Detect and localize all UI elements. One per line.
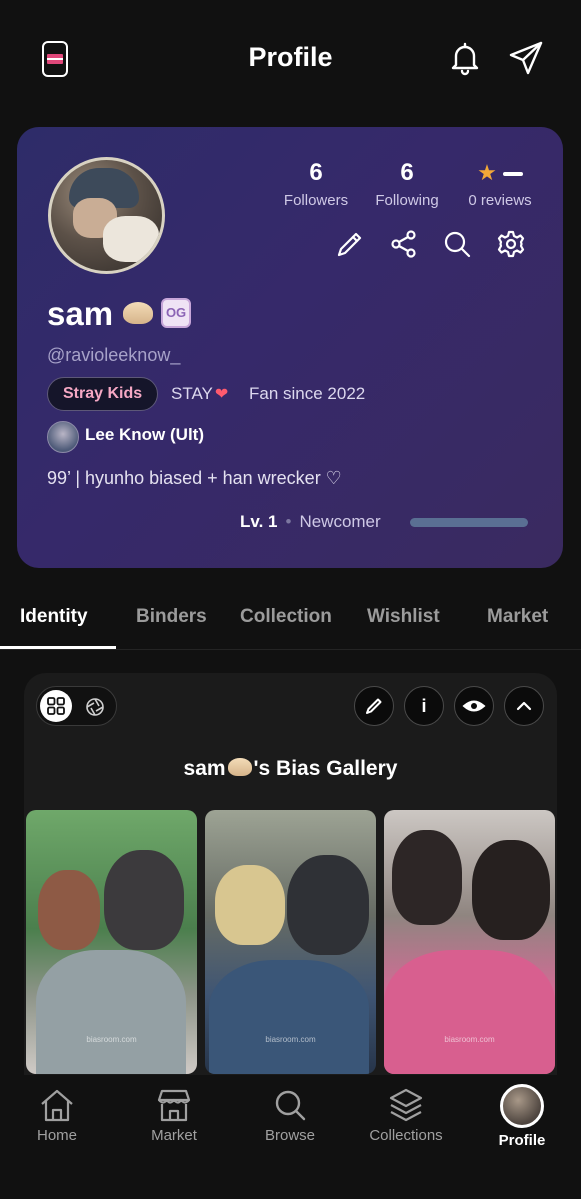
nav-market[interactable]: Market xyxy=(124,1087,224,1144)
nav-home[interactable]: Home xyxy=(7,1087,107,1144)
search-icon xyxy=(275,1090,306,1121)
following-label: Following xyxy=(375,192,439,209)
nav-browse[interactable]: Browse xyxy=(240,1087,340,1144)
watermark: biasroom.com xyxy=(86,1035,137,1044)
bias-avatar[interactable] xyxy=(47,421,79,453)
tab-market[interactable]: Market xyxy=(487,606,548,628)
bias-photocard-2[interactable]: biasroom.com xyxy=(205,810,376,1074)
profile-card: 6 Followers 6 Following ★ 0 reviews sam O… xyxy=(17,127,563,568)
fandom-label: STAY ❤ xyxy=(171,384,228,404)
rating-empty-dash xyxy=(502,171,523,176)
grid-view-icon[interactable] xyxy=(40,690,72,722)
info-icon[interactable]: i xyxy=(404,686,444,726)
eye-icon[interactable] xyxy=(454,686,494,726)
profile-nav-avatar xyxy=(500,1084,544,1128)
gallery-title: sam 's Bias Gallery xyxy=(24,757,557,781)
send-message-icon[interactable] xyxy=(508,40,544,76)
tab-collection[interactable]: Collection xyxy=(240,606,332,628)
collapse-chevron-up-icon[interactable] xyxy=(504,686,544,726)
tab-binders[interactable]: Binders xyxy=(136,606,207,628)
notifications-bell-icon[interactable] xyxy=(447,40,483,76)
dumpling-emoji-icon xyxy=(123,302,154,325)
tab-identity[interactable]: Identity xyxy=(20,606,88,628)
top-bar: Profile xyxy=(0,0,581,120)
bias-name[interactable]: Lee Know (Ult) xyxy=(85,425,204,445)
gallery-title-suffix: 's Bias Gallery xyxy=(253,757,398,780)
page-title: Profile xyxy=(248,42,333,72)
nav-profile[interactable]: Profile xyxy=(472,1084,572,1149)
bias-gallery: i sam 's Bias Gallery biasroom.com biasro… xyxy=(24,673,557,1093)
separator-dot: • xyxy=(285,512,292,531)
nav-market-label: Market xyxy=(151,1127,197,1144)
profile-name-text: sam xyxy=(47,295,114,332)
followers-label: Followers xyxy=(283,192,349,209)
reviews-label: 0 reviews xyxy=(468,192,532,209)
view-toggle[interactable] xyxy=(36,686,117,726)
following-count: 6 xyxy=(400,159,414,186)
following-stat[interactable]: 6 Following xyxy=(369,157,445,213)
nav-profile-label: Profile xyxy=(498,1132,546,1149)
gallery-title-name: sam xyxy=(183,757,226,780)
aperture-view-icon[interactable] xyxy=(82,694,108,720)
bias-photocard-3[interactable]: biasroom.com xyxy=(384,810,555,1074)
nav-browse-label: Browse xyxy=(264,1127,316,1144)
profile-tabs: Identity Binders Collection Wishlist Mar… xyxy=(0,590,581,650)
watermark: biasroom.com xyxy=(444,1035,495,1044)
followers-count: 6 xyxy=(309,159,323,186)
og-badge: OG xyxy=(161,298,192,329)
svg-text:i: i xyxy=(421,696,426,716)
profile-handle: @ravioleeknow_ xyxy=(47,345,181,365)
level-info: Lv. 1 • Newcomer xyxy=(240,512,381,532)
search-icon[interactable] xyxy=(442,229,472,259)
settings-gear-icon[interactable] xyxy=(496,229,526,259)
profile-name: sam OG xyxy=(47,295,192,333)
reviews-stat[interactable]: ★ 0 reviews xyxy=(460,157,540,213)
level-progress-bar xyxy=(410,518,528,527)
fan-since-text: Fan since 2022 xyxy=(249,384,366,403)
profile-avatar[interactable] xyxy=(48,157,165,274)
nav-collections-label: Collections xyxy=(369,1127,443,1144)
bottom-navigation: Home Market Browse Collections Profile xyxy=(0,1075,581,1199)
edit-pencil-icon[interactable] xyxy=(335,229,365,259)
home-icon xyxy=(41,1089,73,1122)
active-tab-indicator xyxy=(0,646,116,649)
share-icon[interactable] xyxy=(389,229,419,259)
fandom-text: STAY xyxy=(171,384,213,403)
heart-fire-icon: ❤ xyxy=(214,386,229,403)
tab-wishlist[interactable]: Wishlist xyxy=(367,606,440,628)
layers-icon xyxy=(389,1088,423,1122)
followers-stat[interactable]: 6 Followers xyxy=(280,157,352,213)
group-pill[interactable]: Stray Kids xyxy=(47,377,159,411)
bias-photocard-1[interactable]: biasroom.com xyxy=(26,810,197,1074)
gallery-edit-icon[interactable] xyxy=(354,686,394,726)
dumpling-emoji-icon xyxy=(227,758,252,777)
watermark: biasroom.com xyxy=(265,1035,316,1044)
level-label: Lv. 1 xyxy=(240,512,278,531)
rank-label: Newcomer xyxy=(299,512,381,531)
star-icon: ★ xyxy=(477,160,497,185)
profile-bio: 99’ | hyunho biased + han wrecker ♡ xyxy=(47,468,342,488)
nav-home-label: Home xyxy=(36,1127,77,1144)
store-icon xyxy=(157,1089,191,1122)
nav-collections[interactable]: Collections xyxy=(356,1087,456,1144)
